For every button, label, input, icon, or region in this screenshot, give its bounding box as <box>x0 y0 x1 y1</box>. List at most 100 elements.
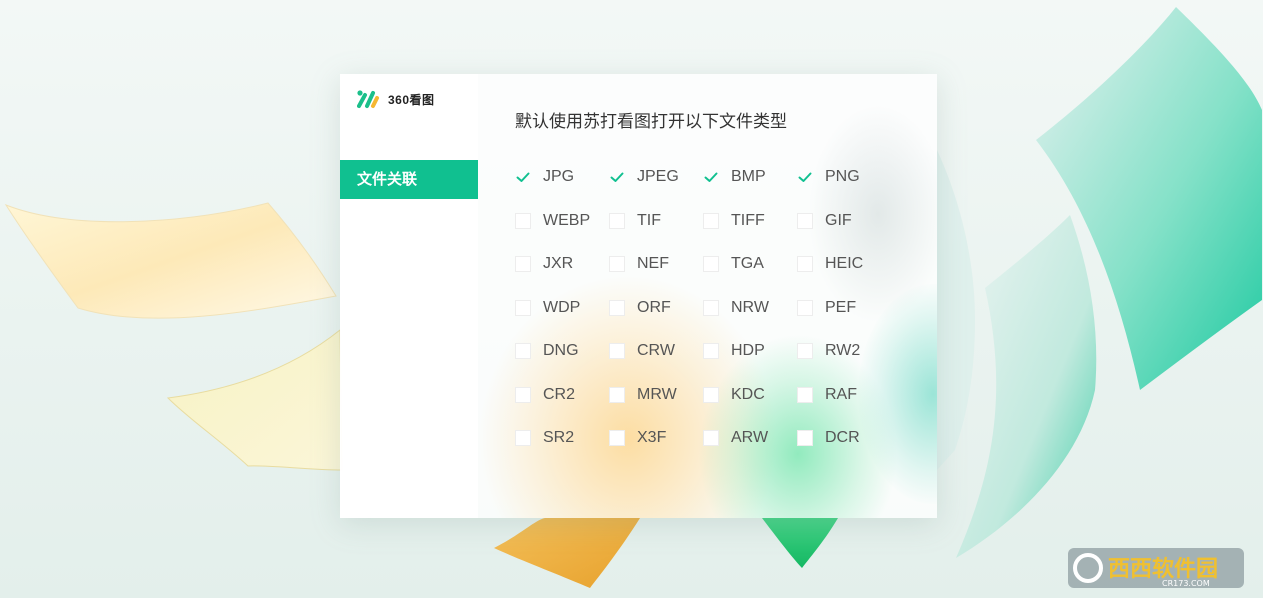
checkbox[interactable] <box>515 386 531 403</box>
format-option-sr2[interactable]: SR2 <box>515 428 574 448</box>
format-label: HEIC <box>825 255 864 272</box>
format-label: DNG <box>543 342 579 359</box>
format-label: RAF <box>825 385 857 403</box>
checkbox[interactable] <box>609 386 625 403</box>
checkbox[interactable] <box>797 212 813 229</box>
checkmark-icon <box>798 172 812 182</box>
sidebar: 360看图 文件关联 <box>340 74 478 518</box>
format-option-rw2[interactable]: RW2 <box>797 341 860 361</box>
checkbox[interactable] <box>797 343 813 359</box>
format-option-jpg[interactable]: JPG <box>515 167 574 187</box>
checkbox[interactable] <box>609 430 625 446</box>
format-option-dcr[interactable]: DCR <box>797 428 860 448</box>
checkbox[interactable] <box>515 212 531 229</box>
format-label: NEF <box>637 255 669 272</box>
format-option-tiff[interactable]: TIFF <box>703 211 765 231</box>
checkbox-checked[interactable] <box>797 169 813 185</box>
checkbox[interactable] <box>703 343 719 359</box>
checkbox[interactable] <box>609 343 625 359</box>
format-option-nef[interactable]: NEF <box>609 254 669 274</box>
checkbox[interactable] <box>703 299 719 316</box>
format-label: WDP <box>543 298 581 316</box>
checkbox[interactable] <box>609 212 625 229</box>
page-title: 默认使用苏打看图打开以下文件类型 <box>515 112 787 131</box>
format-option-tga[interactable]: TGA <box>703 254 764 274</box>
format-option-gif[interactable]: GIF <box>797 211 852 231</box>
format-label: ARW <box>731 429 769 446</box>
format-label: SR2 <box>543 429 575 446</box>
format-option-heic[interactable]: HEIC <box>797 254 863 274</box>
checkbox[interactable] <box>797 299 813 316</box>
checkmark-icon <box>610 172 624 182</box>
format-option-arw[interactable]: ARW <box>703 428 768 448</box>
format-option-hdp[interactable]: HDP <box>703 341 765 361</box>
sidebar-item-file-association[interactable]: 文件关联 <box>340 160 478 199</box>
app-logo: 360看图 <box>357 89 435 109</box>
checkbox[interactable] <box>609 256 625 272</box>
format-label: BMP <box>731 168 766 185</box>
format-label: ORF <box>637 298 671 316</box>
checkbox[interactable] <box>797 256 813 272</box>
format-label: CRW <box>637 342 675 359</box>
checkbox-checked[interactable] <box>703 169 719 185</box>
checkbox[interactable] <box>609 299 625 316</box>
format-label: KDC <box>731 385 765 403</box>
format-option-cr2[interactable]: CR2 <box>515 385 575 405</box>
format-option-crw[interactable]: CRW <box>609 341 675 361</box>
format-option-x3f[interactable]: X3F <box>609 428 666 448</box>
format-option-nrw[interactable]: NRW <box>703 298 769 318</box>
format-label: DCR <box>825 429 860 446</box>
format-option-tif[interactable]: TIF <box>609 211 661 231</box>
format-option-dng[interactable]: DNG <box>515 341 579 361</box>
format-option-jpeg[interactable]: JPEG <box>609 167 679 187</box>
checkbox[interactable] <box>515 343 531 359</box>
format-label: TIFF <box>731 211 765 229</box>
decor-blur <box>698 334 898 518</box>
format-label: JPG <box>543 168 575 185</box>
checkbox[interactable] <box>703 430 719 446</box>
format-label: PNG <box>825 168 860 185</box>
checkbox[interactable] <box>515 430 531 446</box>
settings-dialog: 360看图 文件关联 默认使用苏打看图打开以下文件类型 JPG JPEG BMP PN… <box>340 74 937 518</box>
checkbox[interactable] <box>515 299 531 316</box>
format-option-bmp[interactable]: BMP <box>703 167 766 187</box>
checkbox[interactable] <box>797 386 813 403</box>
format-label: JXR <box>543 255 574 272</box>
decor-blur <box>858 284 937 504</box>
format-label: TIF <box>637 211 661 229</box>
format-label: WEBP <box>543 211 591 229</box>
format-option-png[interactable]: PNG <box>797 167 860 187</box>
format-option-webp[interactable]: WEBP <box>515 211 590 231</box>
checkbox[interactable] <box>703 386 719 403</box>
svg-text:CR173.COM: CR173.COM <box>1162 579 1210 588</box>
format-label: MRW <box>637 385 677 403</box>
format-label: X3F <box>637 429 667 446</box>
format-option-jxr[interactable]: JXR <box>515 254 573 274</box>
format-option-wdp[interactable]: WDP <box>515 298 580 318</box>
checkbox-checked[interactable] <box>609 169 625 185</box>
app-logo-icon <box>357 90 379 108</box>
file-association-panel: 默认使用苏打看图打开以下文件类型 JPG JPEG BMP PNG WEBP TIF TIF… <box>478 74 937 518</box>
format-option-orf[interactable]: ORF <box>609 298 671 318</box>
checkbox-checked[interactable] <box>515 169 531 185</box>
format-label: JPEG <box>637 168 679 185</box>
format-option-mrw[interactable]: MRW <box>609 385 677 405</box>
format-label: CR2 <box>543 385 576 403</box>
format-option-kdc[interactable]: KDC <box>703 385 765 405</box>
watermark-logo: 西西软件园 CR173.COM <box>1068 548 1244 588</box>
app-name: 360看图 <box>388 92 435 107</box>
format-label: TGA <box>731 255 764 272</box>
checkmark-icon <box>516 172 530 182</box>
checkbox[interactable] <box>703 212 719 229</box>
format-label: PEF <box>825 298 857 316</box>
format-label: NRW <box>731 298 769 316</box>
format-label: HDP <box>731 342 765 359</box>
checkbox[interactable] <box>797 430 813 446</box>
format-option-raf[interactable]: RAF <box>797 385 857 405</box>
format-option-pef[interactable]: PEF <box>797 298 856 318</box>
checkmark-icon <box>704 172 718 182</box>
format-label: RW2 <box>825 342 861 359</box>
format-label: GIF <box>825 211 852 229</box>
checkbox[interactable] <box>703 256 719 272</box>
checkbox[interactable] <box>515 256 531 272</box>
